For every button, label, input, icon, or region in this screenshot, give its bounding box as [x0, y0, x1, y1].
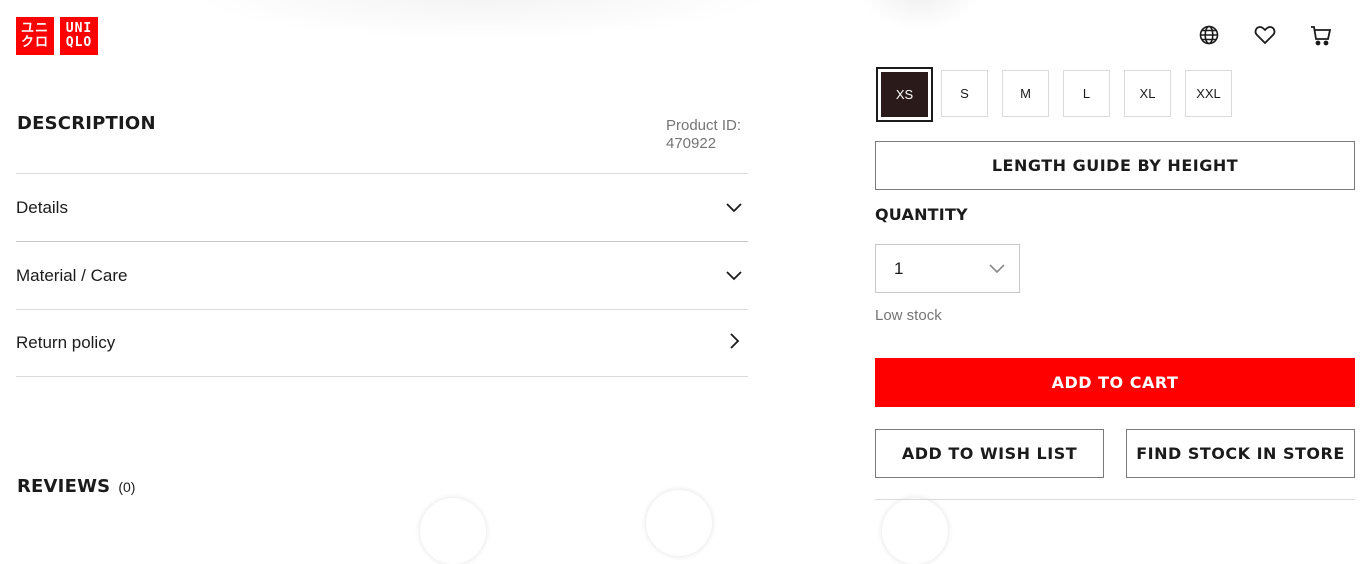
size-option-m[interactable]: M [1002, 70, 1049, 117]
divider [16, 376, 748, 377]
chevron-down-icon [989, 259, 1005, 279]
reviews-count: (0) [118, 479, 136, 495]
chevron-down-icon [726, 266, 742, 286]
divider [16, 241, 748, 242]
product-image-shadow-2 [860, 0, 980, 30]
divider [16, 173, 748, 174]
return-policy-link[interactable]: Return policy [16, 310, 748, 376]
logo-latin-box: UNI QLO [60, 17, 98, 55]
stock-status: Low stock [875, 307, 942, 324]
product-id: Product ID: 470922 [666, 117, 742, 152]
product-image-shadow [180, 0, 780, 40]
size-option-s[interactable]: S [941, 70, 988, 117]
add-to-wish-list-button[interactable]: ADD TO WISH LIST [875, 429, 1104, 478]
globe-icon[interactable] [1197, 23, 1221, 47]
length-guide-button[interactable]: LENGTH GUIDE BY HEIGHT [875, 141, 1355, 190]
quantity-select[interactable]: 1 [875, 244, 1020, 293]
logo-katakana-box: ユニ クロ [16, 17, 54, 55]
size-option-xs[interactable]: XS [876, 67, 933, 122]
description-title: DESCRIPTION [17, 113, 156, 134]
chevron-down-icon [726, 198, 742, 218]
find-stock-in-store-button[interactable]: FIND STOCK IN STORE [1126, 429, 1355, 478]
accordion-details[interactable]: Details [16, 175, 748, 241]
cart-icon[interactable] [1309, 23, 1333, 47]
quantity-label: QUANTITY [875, 205, 968, 224]
divider [875, 499, 1355, 500]
add-to-cart-button[interactable]: ADD TO CART [875, 358, 1355, 407]
uniqlo-logo[interactable]: ユニ クロ UNI QLO [16, 17, 98, 55]
chevron-right-icon [730, 332, 740, 354]
carousel-nav-button[interactable] [646, 490, 712, 556]
size-option-xxl[interactable]: XXL [1185, 70, 1232, 117]
accordion-material-care[interactable]: Material / Care [16, 243, 748, 309]
heart-icon[interactable] [1253, 23, 1277, 47]
size-option-xl[interactable]: XL [1124, 70, 1171, 117]
reviews-title: REVIEWS [17, 476, 111, 497]
reviews-header: REVIEWS (0) [17, 476, 135, 497]
size-option-l[interactable]: L [1063, 70, 1110, 117]
